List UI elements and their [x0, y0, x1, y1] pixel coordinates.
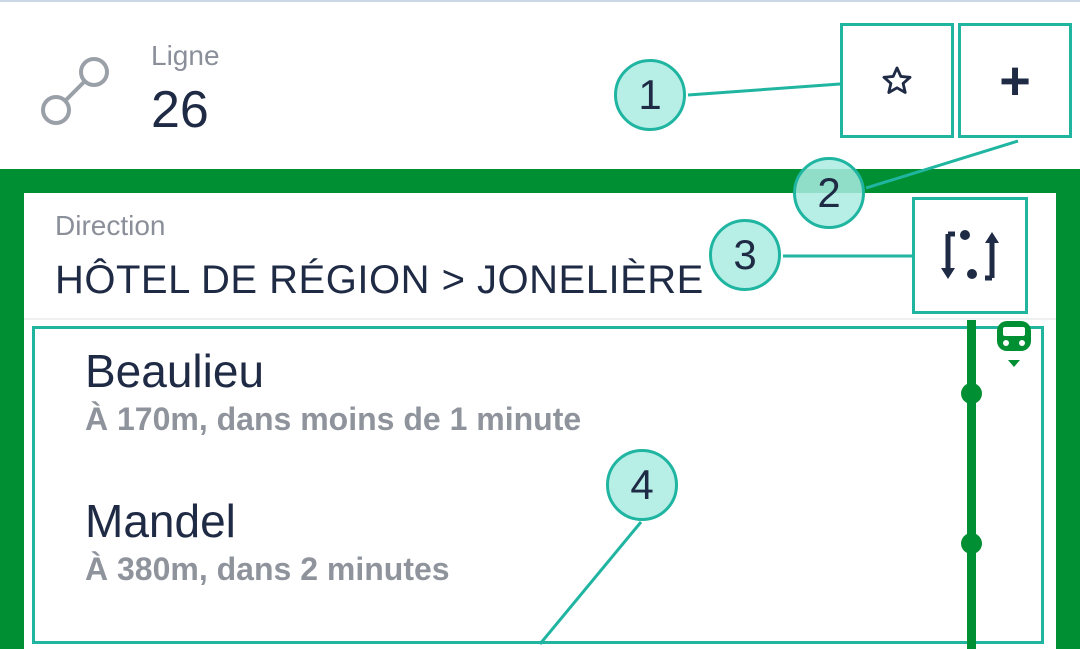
plus-icon: +	[999, 50, 1031, 111]
callout-2: 2	[793, 157, 865, 229]
callout-4: 4	[606, 449, 678, 521]
route-icon	[41, 57, 109, 125]
line-number: 26	[151, 81, 209, 139]
direction-value: HÔTEL DE RÉGION > JONELIÈRE	[55, 258, 704, 302]
stop-info: À 170m, dans moins de 1 minute	[85, 401, 582, 437]
route-track	[967, 320, 976, 649]
callout-3: 3	[709, 219, 781, 291]
direction-label: Direction	[55, 210, 166, 241]
callout-1: 1	[614, 59, 686, 131]
stop-name[interactable]: Beaulieu	[85, 344, 264, 398]
swap-direction-icon	[941, 229, 999, 280]
star-icon	[882, 66, 912, 94]
divider	[24, 318, 1056, 320]
stop-name[interactable]: Mandel	[85, 494, 236, 548]
bus-icon	[997, 321, 1031, 367]
favorite-button[interactable]	[840, 23, 954, 138]
stop-dot	[961, 533, 982, 554]
swap-direction-button[interactable]	[912, 197, 1028, 314]
stop-dot	[961, 383, 982, 404]
add-button[interactable]: +	[958, 23, 1072, 138]
line-label: Ligne	[151, 40, 220, 71]
stop-info: À 380m, dans 2 minutes	[85, 551, 450, 587]
